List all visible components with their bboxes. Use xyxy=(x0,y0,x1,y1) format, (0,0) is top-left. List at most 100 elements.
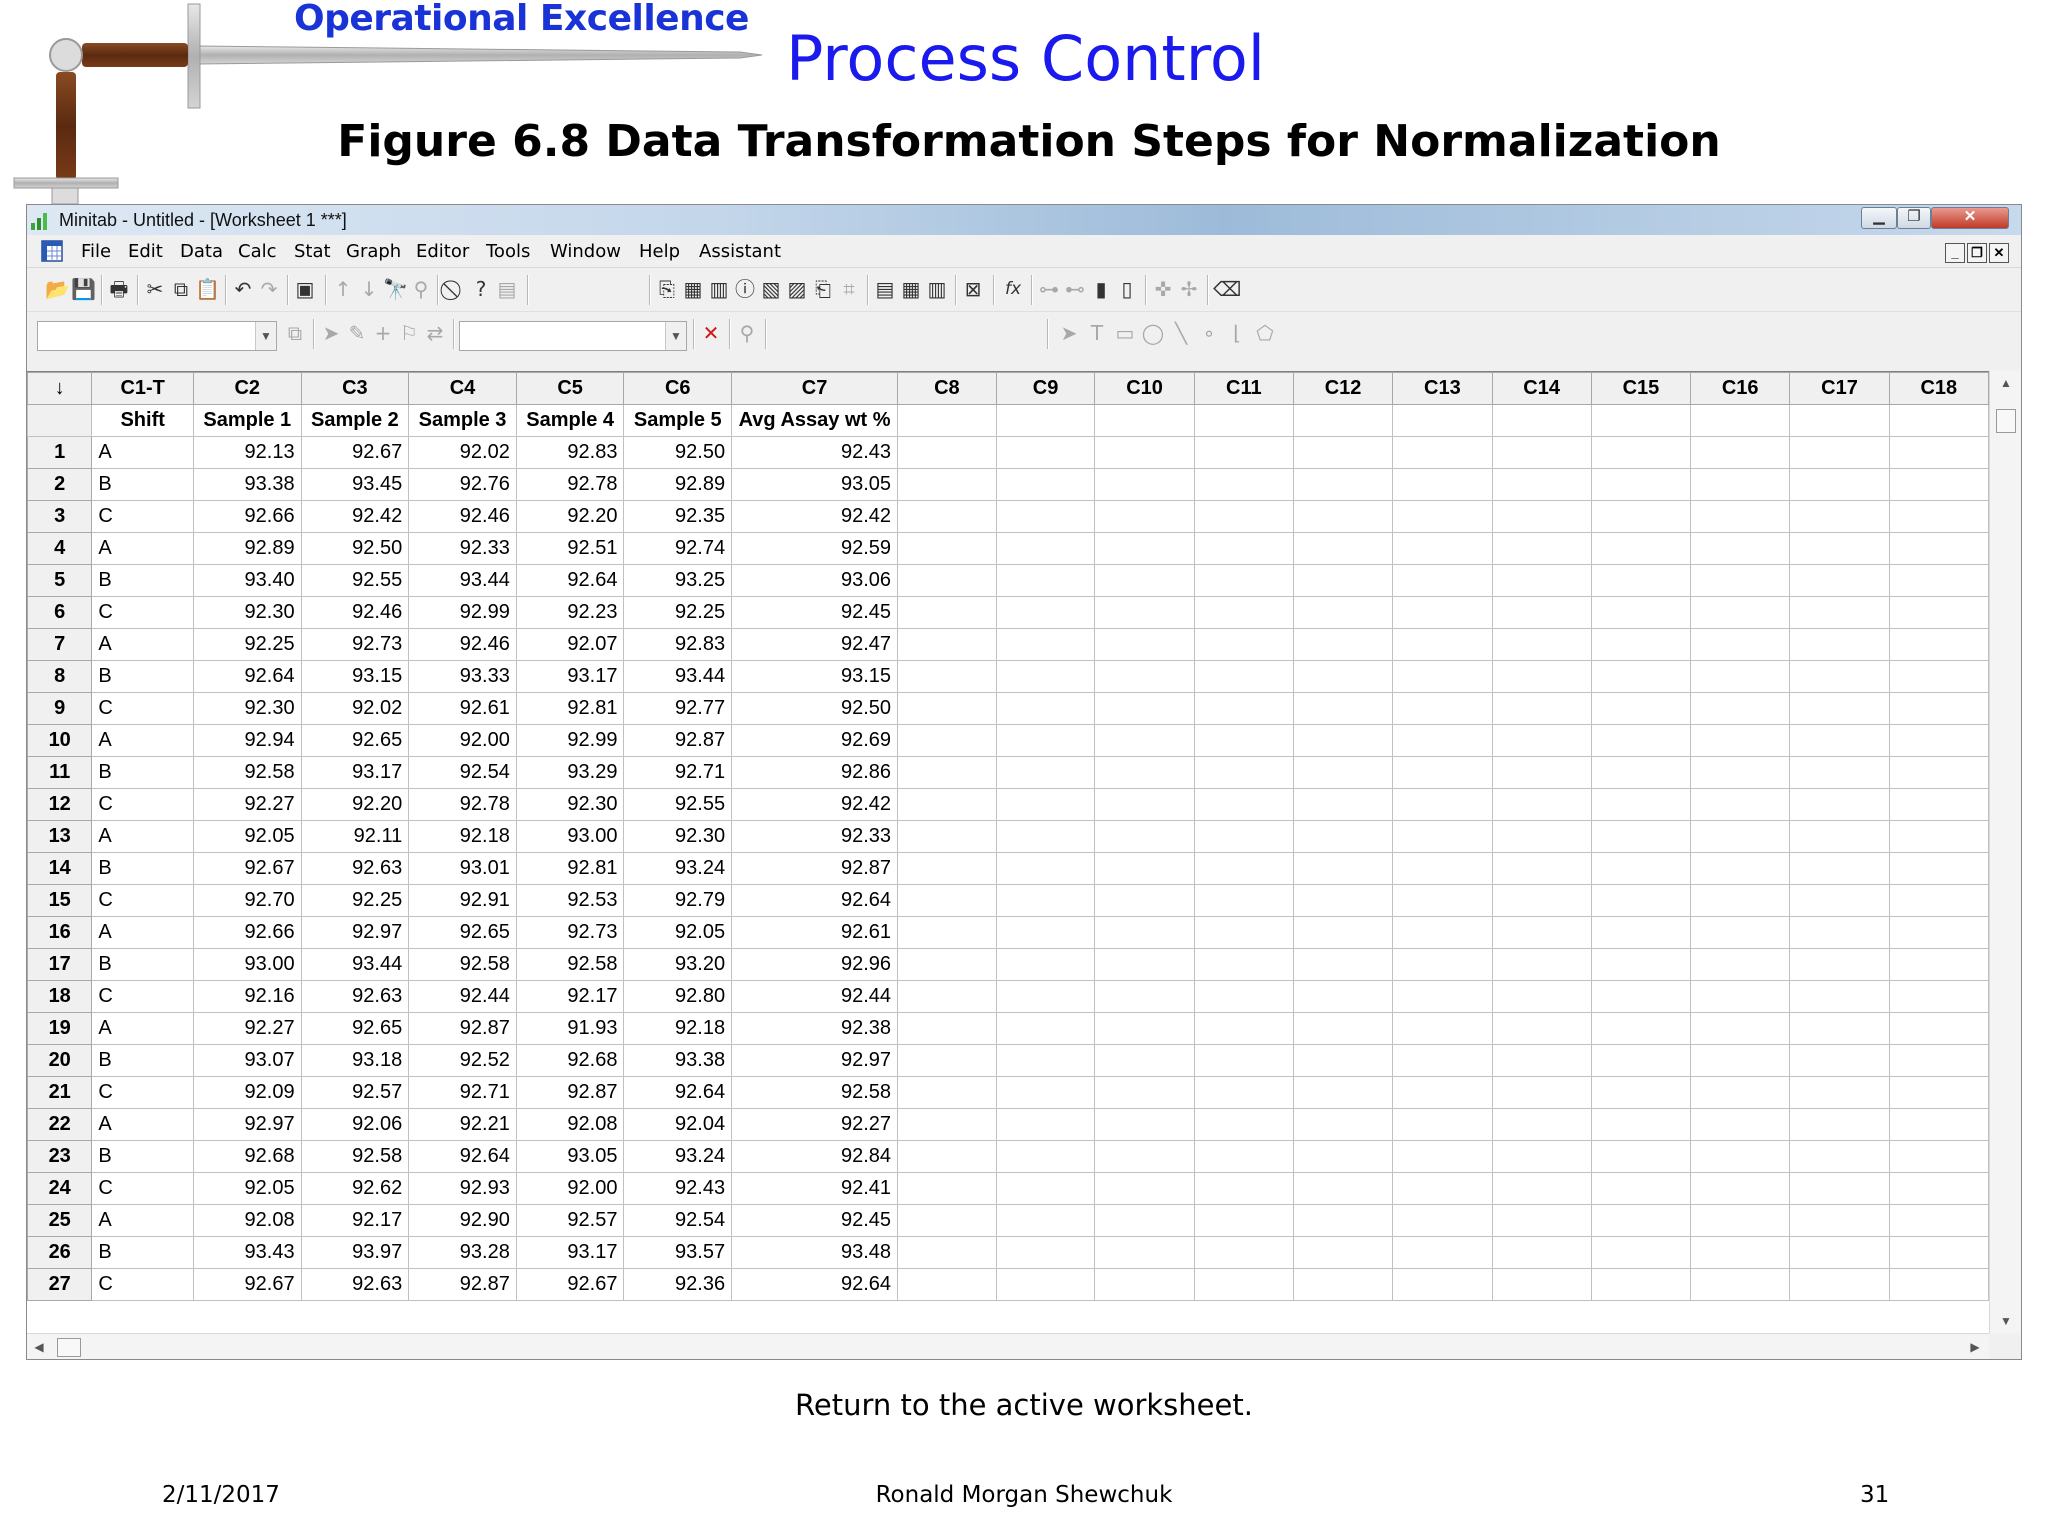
value-cell[interactable]: 92.08 xyxy=(515,1108,625,1141)
empty-cell[interactable] xyxy=(1690,628,1791,661)
shift-cell[interactable]: C xyxy=(91,1076,194,1109)
empty-cell[interactable] xyxy=(1888,1236,1989,1269)
empty-cell[interactable] xyxy=(1789,884,1890,917)
value-cell[interactable]: 93.97 xyxy=(300,1236,410,1269)
empty-cell[interactable] xyxy=(1690,724,1791,757)
column-header-c18[interactable]: C18 xyxy=(1888,372,1989,405)
project-manager-icon[interactable]: ▥ xyxy=(707,277,731,301)
value-cell[interactable]: 92.02 xyxy=(408,436,517,469)
empty-cell[interactable] xyxy=(1690,916,1791,949)
value-cell[interactable]: 92.76 xyxy=(408,468,517,501)
empty-cell[interactable] xyxy=(1292,948,1394,981)
value-cell[interactable]: 93.17 xyxy=(300,756,410,789)
move-columns-icon[interactable]: ▯ xyxy=(1115,277,1139,301)
value-cell[interactable]: 92.18 xyxy=(408,820,517,853)
empty-cell[interactable] xyxy=(1491,1172,1592,1205)
empty-cell[interactable] xyxy=(897,1012,997,1045)
empty-cell[interactable] xyxy=(1789,532,1890,565)
empty-cell[interactable] xyxy=(1292,436,1394,469)
row-number[interactable]: 19 xyxy=(27,1012,93,1045)
empty-cell[interactable] xyxy=(1292,1012,1394,1045)
empty-cell[interactable] xyxy=(1590,980,1692,1013)
empty-cell[interactable] xyxy=(1292,596,1394,629)
value-cell[interactable]: 92.27 xyxy=(192,788,302,821)
empty-cell[interactable] xyxy=(1491,660,1592,693)
empty-cell[interactable] xyxy=(1590,820,1692,853)
empty-cell[interactable] xyxy=(1690,596,1791,629)
empty-cell[interactable] xyxy=(1590,596,1692,629)
empty-cell[interactable] xyxy=(1789,660,1890,693)
empty-cell[interactable] xyxy=(897,1236,997,1269)
column-header-c6[interactable]: C6 xyxy=(623,372,733,405)
empty-cell[interactable] xyxy=(1193,692,1294,725)
column-name-cell[interactable]: Sample 2 xyxy=(300,404,410,437)
value-cell[interactable]: 92.89 xyxy=(192,532,302,565)
value-cell[interactable]: 92.67 xyxy=(192,1268,302,1301)
row-number[interactable]: 7 xyxy=(27,628,93,661)
empty-cell[interactable] xyxy=(1094,916,1195,949)
value-cell[interactable]: 92.66 xyxy=(192,500,302,533)
horizontal-scrollbar[interactable]: ◀ ▶ xyxy=(27,1333,1989,1359)
empty-cell[interactable] xyxy=(1491,692,1592,725)
value-cell[interactable]: 93.01 xyxy=(408,852,517,885)
empty-cell[interactable] xyxy=(1590,948,1692,981)
empty-cell[interactable] xyxy=(1690,1236,1791,1269)
paste-icon[interactable]: 📋 xyxy=(195,277,220,301)
empty-cell[interactable] xyxy=(1690,820,1791,853)
disabled-a-icon[interactable]: ✜ xyxy=(1151,277,1175,301)
shift-cell[interactable]: A xyxy=(91,820,194,853)
value-cell[interactable]: 92.05 xyxy=(192,1172,302,1205)
marker-tool-icon[interactable]: ∘ xyxy=(1197,321,1221,345)
value-cell[interactable]: 92.27 xyxy=(192,1012,302,1045)
value-cell[interactable]: 91.93 xyxy=(515,1012,625,1045)
empty-cell[interactable] xyxy=(1888,692,1989,725)
value-cell[interactable]: 92.43 xyxy=(731,436,899,469)
shift-cell[interactable]: B xyxy=(91,468,194,501)
value-cell[interactable]: 92.33 xyxy=(731,820,899,853)
empty-cell[interactable] xyxy=(1094,660,1195,693)
empty-cell[interactable] xyxy=(1392,436,1493,469)
value-cell[interactable]: 92.06 xyxy=(300,1108,410,1141)
empty-cell[interactable] xyxy=(1094,1172,1195,1205)
empty-cell[interactable] xyxy=(1888,1012,1989,1045)
empty-cell[interactable] xyxy=(1392,596,1493,629)
shift-cell[interactable]: B xyxy=(91,660,194,693)
value-cell[interactable]: 92.30 xyxy=(192,596,302,629)
empty-cell[interactable] xyxy=(995,980,1096,1013)
empty-cell[interactable] xyxy=(1392,628,1493,661)
value-cell[interactable]: 92.57 xyxy=(515,1204,625,1237)
empty-cell[interactable] xyxy=(1193,724,1294,757)
empty-cell[interactable] xyxy=(995,1108,1096,1141)
empty-cell[interactable] xyxy=(1292,852,1394,885)
empty-cell[interactable] xyxy=(1392,948,1493,981)
empty-cell[interactable] xyxy=(1789,756,1890,789)
column-header-c7[interactable]: C7 xyxy=(731,372,899,405)
empty-cell[interactable] xyxy=(995,1268,1096,1301)
next-icon[interactable]: ↓ xyxy=(357,277,381,301)
empty-cell[interactable] xyxy=(1292,500,1394,533)
empty-cell[interactable] xyxy=(995,628,1096,661)
empty-cell[interactable] xyxy=(1094,1012,1195,1045)
graph-items-combo[interactable]: ▼ xyxy=(459,321,687,351)
empty-cell[interactable] xyxy=(1789,1140,1890,1173)
empty-cell[interactable] xyxy=(1789,1204,1890,1237)
empty-cell[interactable] xyxy=(1094,756,1195,789)
empty-cell[interactable] xyxy=(1789,468,1890,501)
value-cell[interactable]: 92.42 xyxy=(300,500,410,533)
column-name-cell[interactable] xyxy=(1392,404,1493,437)
empty-cell[interactable] xyxy=(1193,916,1294,949)
value-cell[interactable]: 92.47 xyxy=(731,628,899,661)
column-header-c17[interactable]: C17 xyxy=(1789,372,1890,405)
empty-cell[interactable] xyxy=(1690,500,1791,533)
value-cell[interactable]: 92.97 xyxy=(300,916,410,949)
empty-cell[interactable] xyxy=(1193,980,1294,1013)
value-cell[interactable]: 92.64 xyxy=(192,660,302,693)
value-cell[interactable]: 92.58 xyxy=(408,948,517,981)
empty-cell[interactable] xyxy=(1094,628,1195,661)
empty-cell[interactable] xyxy=(1094,724,1195,757)
row-number[interactable]: 3 xyxy=(27,500,93,533)
history-icon[interactable]: ▧ xyxy=(759,277,783,301)
maximize-button[interactable]: ❐ xyxy=(1897,207,1931,229)
empty-cell[interactable] xyxy=(1292,564,1394,597)
value-cell[interactable]: 93.40 xyxy=(192,564,302,597)
